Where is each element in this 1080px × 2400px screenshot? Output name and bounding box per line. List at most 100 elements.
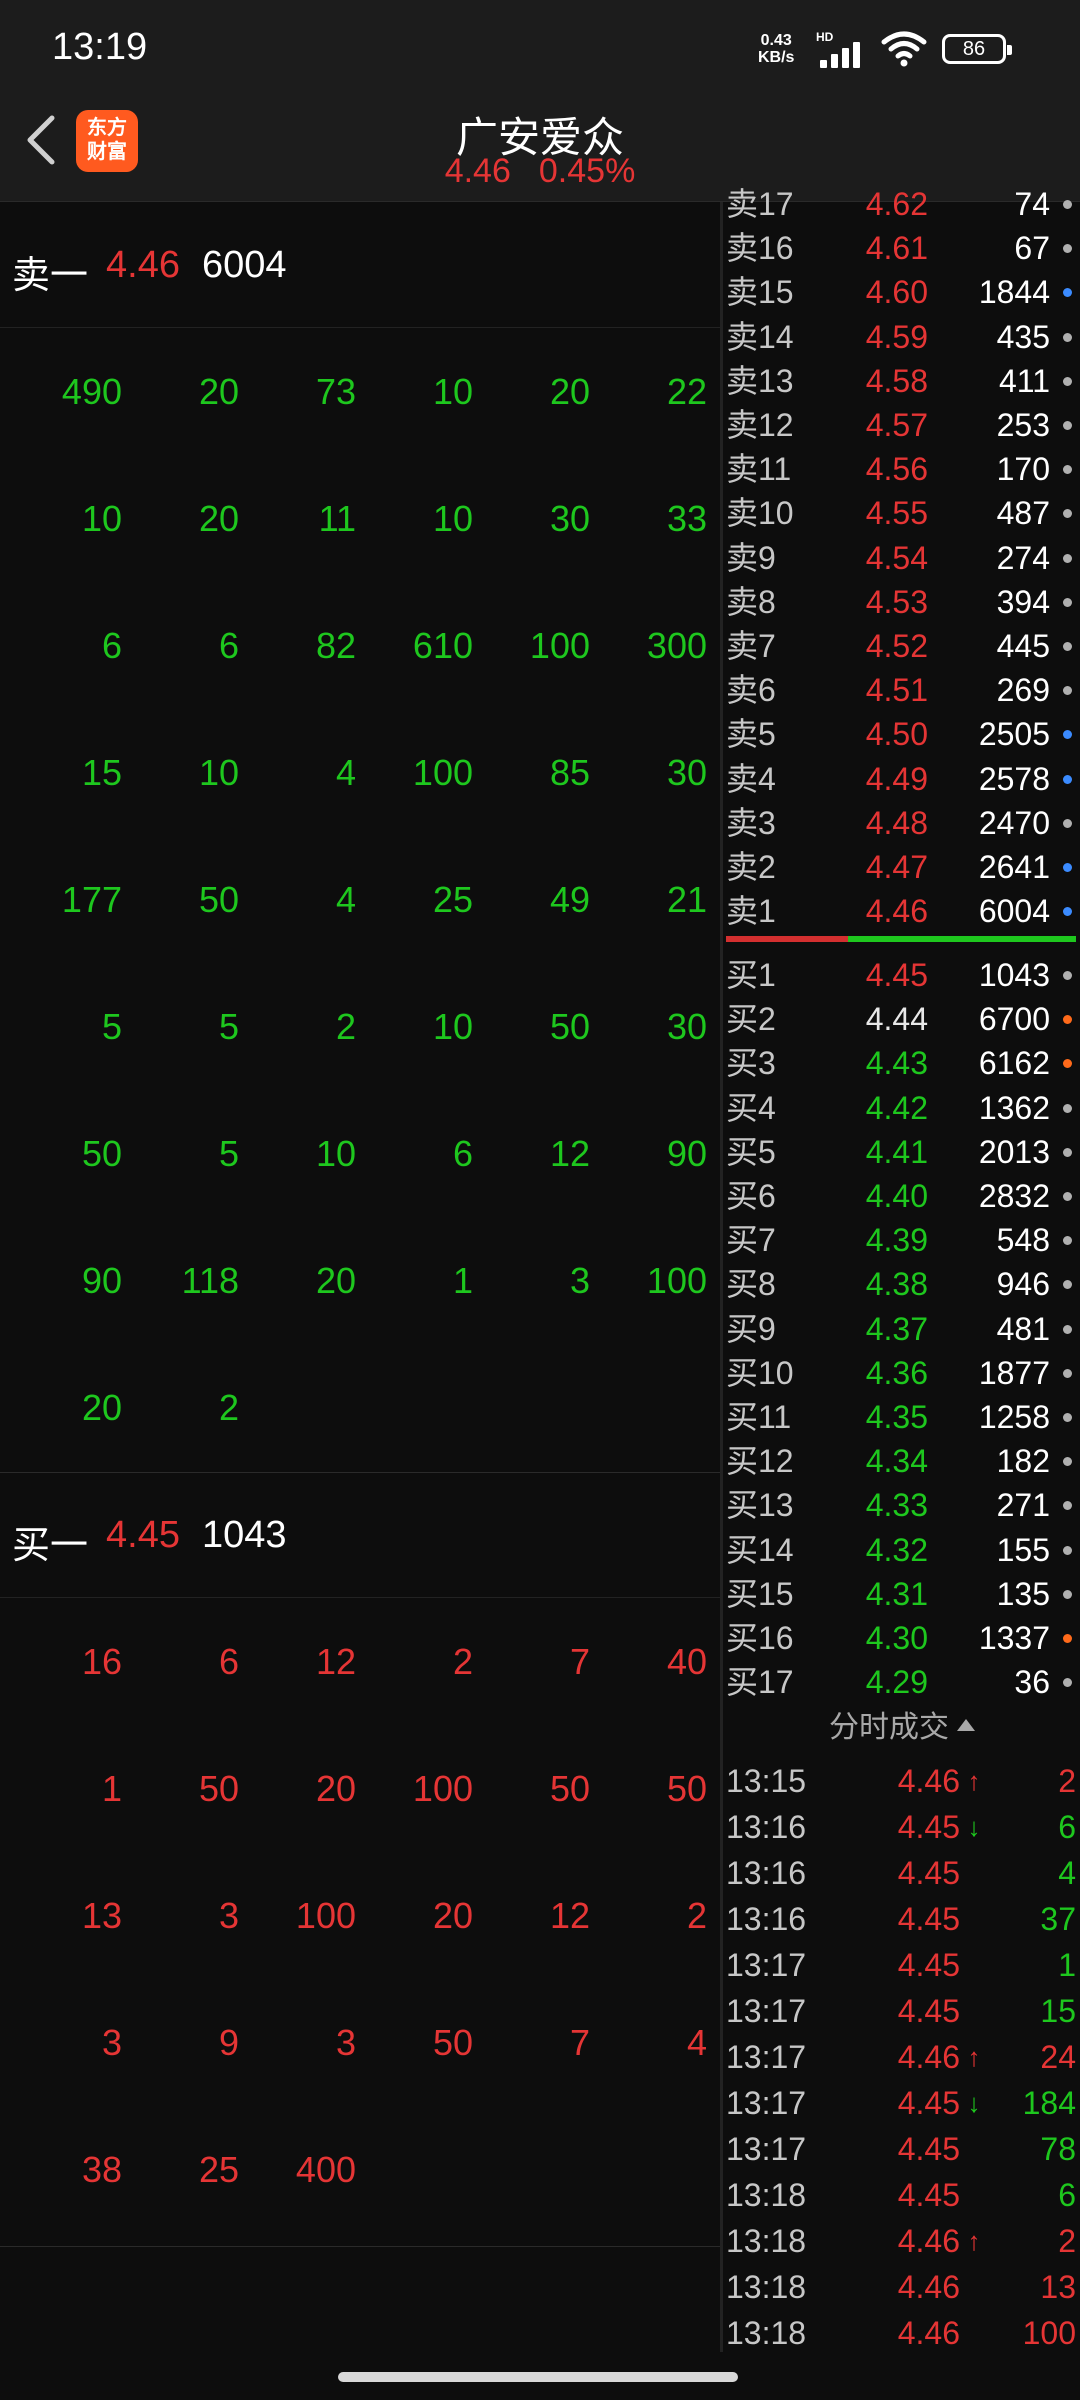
level-dot-icon xyxy=(1063,686,1072,696)
caret-up-icon xyxy=(957,1719,975,1731)
level-price: 4.48 xyxy=(865,804,928,841)
level-qty: 2578 xyxy=(978,760,1050,797)
order-qty-cell: 9 xyxy=(218,2022,239,2063)
level-qty: 548 xyxy=(996,1222,1050,1259)
level-dot-icon xyxy=(1063,907,1072,917)
order-qty-cell: 100 xyxy=(529,625,590,666)
level-dot-icon xyxy=(1063,376,1072,386)
order-qty-cell: 50 xyxy=(432,2022,473,2063)
level-label: 买17 xyxy=(726,1664,794,1701)
level-price: 4.42 xyxy=(865,1089,928,1126)
level-label: 卖12 xyxy=(726,407,794,443)
level-label: 买8 xyxy=(726,1266,776,1303)
level-qty: 1877 xyxy=(978,1354,1050,1391)
order-qty-cell: 400 xyxy=(295,2149,356,2190)
order-qty-cell: 177 xyxy=(61,879,122,920)
order-qty-cell: 90 xyxy=(81,1260,122,1301)
level-dot-icon xyxy=(1063,1059,1072,1069)
level-qty: 170 xyxy=(996,451,1050,488)
home-indicator[interactable] xyxy=(338,2372,738,2382)
order-qty-cell: 5 xyxy=(218,1006,239,1047)
level-dot-icon xyxy=(1063,730,1072,740)
stock-change-pct: 0.45% xyxy=(538,152,636,190)
trade-volume: 78 xyxy=(1040,2131,1076,2167)
order-qty-cell: 50 xyxy=(198,1768,239,1809)
order-qty-cell: 100 xyxy=(412,1768,473,1809)
level-price: 4.43 xyxy=(865,1045,928,1082)
level-qty: 2013 xyxy=(978,1133,1050,1170)
bid-level-row: 买1 4.45 1043 xyxy=(724,953,1080,997)
trade-volume: 100 xyxy=(1022,2315,1076,2351)
level-dot-icon xyxy=(1063,509,1072,519)
ask-level-row: 卖14 4.59 435 xyxy=(724,315,1080,359)
order-qty-cell: 490 xyxy=(61,371,122,412)
level-label: 买13 xyxy=(726,1487,794,1524)
order-qty-cell: 100 xyxy=(412,752,473,793)
trade-volume: 13 xyxy=(1040,2269,1076,2305)
divider xyxy=(0,2246,720,2247)
time-sales-toggle[interactable]: 分时成交 xyxy=(724,1702,1080,1746)
level-dot-icon xyxy=(1063,553,1072,563)
order-qty-cell: 25 xyxy=(198,2149,239,2190)
trade-volume: 184 xyxy=(1022,2085,1076,2121)
level-dot-icon xyxy=(1063,1678,1072,1688)
trade-time: 13:17 xyxy=(726,1947,807,1983)
trade-volume: 6 xyxy=(1058,2177,1076,2213)
trade-time: 13:16 xyxy=(726,1901,807,1937)
level-price: 4.60 xyxy=(865,274,928,311)
trade-price: 4.45 xyxy=(897,1855,960,1891)
order-qty-cell: 5 xyxy=(218,1133,239,1174)
level-qty: 36 xyxy=(1014,1664,1050,1701)
trade-time: 13:17 xyxy=(726,2085,807,2121)
level-qty: 274 xyxy=(996,539,1050,576)
order-qty-cell: 21 xyxy=(666,879,707,920)
trade-row: 13:17 4.46 ↑ 24 xyxy=(724,2034,1080,2080)
level-qty: 1337 xyxy=(978,1620,1050,1656)
order-qty-cell: 6 xyxy=(218,625,239,666)
trade-direction-icon: ↑ xyxy=(967,2226,981,2256)
trade-row: 13:18 4.46 ↑ 2 xyxy=(724,2218,1080,2264)
level-label: 买15 xyxy=(726,1575,794,1612)
ask-level-row: 卖17 4.62 74 xyxy=(724,182,1080,226)
order-qty-cell: 10 xyxy=(432,1006,473,1047)
trade-price: 4.45 xyxy=(897,2085,960,2121)
buy-one-qty: 1043 xyxy=(202,1514,287,1556)
wifi-icon xyxy=(881,31,927,67)
order-queue-panel[interactable]: 卖一 4.46 6004 490 20 73 10 20 22 10 20 11 10 30 33 6 6… xyxy=(0,202,720,2247)
level-qty: 6700 xyxy=(978,1001,1050,1038)
trade-price: 4.45 xyxy=(897,2177,960,2213)
order-qty-cell: 10 xyxy=(81,498,122,539)
level-price: 4.50 xyxy=(865,716,928,753)
bid-level-row: 买14 4.32 155 xyxy=(724,1528,1080,1572)
bid-level-row: 买6 4.40 2832 xyxy=(724,1174,1080,1218)
trade-row: 13:16 4.45 4 xyxy=(724,1850,1080,1896)
order-qty-cell: 7 xyxy=(569,2022,590,2063)
level-dot-icon xyxy=(1063,1589,1072,1599)
order-qty-cell: 3 xyxy=(335,2022,356,2063)
trade-price: 4.45 xyxy=(897,1809,960,1845)
order-book-panel[interactable]: 卖17 4.62 74 卖16 4.61 67 卖15 4.60 1844 卖14 4.59 435 卖… xyxy=(724,186,1080,2352)
trade-time: 13:17 xyxy=(726,2131,807,2167)
trade-time: 13:18 xyxy=(726,2315,807,2351)
order-qty-cell: 30 xyxy=(666,1006,707,1047)
level-price: 4.31 xyxy=(865,1575,928,1612)
order-qty-cell: 5 xyxy=(101,1006,122,1047)
ask-level-row: 卖1 4.46 6004 xyxy=(724,889,1080,933)
buy-one-price: 4.45 xyxy=(106,1514,180,1556)
status-time: 13:19 xyxy=(52,26,148,68)
trade-row: 13:15 4.46 ↑ 2 xyxy=(724,1758,1080,1804)
trade-time: 13:17 xyxy=(726,2039,807,2075)
level-dot-icon xyxy=(1063,1103,1072,1113)
level-label: 卖16 xyxy=(726,230,794,267)
trade-price: 4.45 xyxy=(897,2131,960,2167)
battery-icon: 86 xyxy=(942,34,1012,64)
order-qty-cell: 73 xyxy=(315,371,356,412)
level-qty: 1043 xyxy=(978,957,1050,993)
trade-price: 4.45 xyxy=(897,1901,960,1937)
level-qty: 155 xyxy=(996,1531,1050,1568)
level-dot-icon xyxy=(1063,971,1072,980)
bid-level-row: 买17 4.29 36 xyxy=(724,1660,1080,1704)
trade-row: 13:16 4.45 ↓ 6 xyxy=(724,1804,1080,1850)
order-qty-cell: 33 xyxy=(666,498,707,539)
order-qty-cell: 22 xyxy=(666,371,707,412)
